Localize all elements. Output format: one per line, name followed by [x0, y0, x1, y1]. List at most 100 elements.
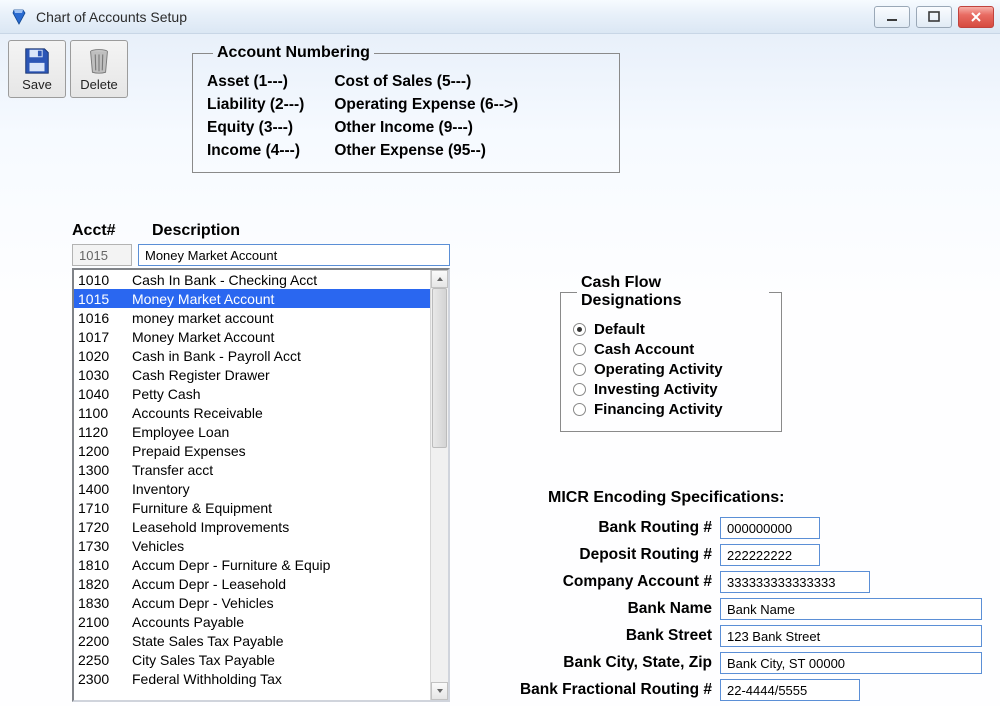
delete-button[interactable]: Delete	[70, 40, 128, 98]
account-list-row[interactable]: 2300Federal Withholding Tax	[74, 669, 430, 688]
account-list-row[interactable]: 1120Employee Loan	[74, 422, 430, 441]
account-list-row[interactable]: 1200Prepaid Expenses	[74, 441, 430, 460]
account-list-row[interactable]: 1830Accum Depr - Vehicles	[74, 593, 430, 612]
radio-icon[interactable]	[573, 323, 586, 336]
account-list-row[interactable]: 2250City Sales Tax Payable	[74, 650, 430, 669]
micr-label-bank-street: Bank Street	[486, 627, 712, 645]
micr-label-bank-name: Bank Name	[486, 600, 712, 618]
account-list-row[interactable]: 1300Transfer acct	[74, 460, 430, 479]
account-list-row[interactable]: 2100Accounts Payable	[74, 612, 430, 631]
account-row-number: 1300	[78, 462, 132, 478]
account-row-description: Furniture & Equipment	[132, 500, 272, 516]
column-header-acct: Acct#	[72, 222, 130, 240]
cash-flow-option-label: Investing Activity	[594, 381, 718, 398]
bank-name-input[interactable]	[720, 598, 982, 620]
cash-flow-option[interactable]: Operating Activity	[573, 361, 769, 378]
account-row-number: 1720	[78, 519, 132, 535]
bank-routing-input[interactable]	[720, 517, 820, 539]
account-listbox[interactable]: 1010Cash In Bank - Checking Acct1015Mone…	[72, 268, 450, 702]
account-row-number: 1030	[78, 367, 132, 383]
account-list-row[interactable]: 1040Petty Cash	[74, 384, 430, 403]
account-row-number: 2250	[78, 652, 132, 668]
micr-label-company-account: Company Account #	[486, 573, 712, 591]
close-button[interactable]	[958, 6, 994, 28]
account-list-row[interactable]: 2200State Sales Tax Payable	[74, 631, 430, 650]
scrollbar-down-button[interactable]	[431, 682, 448, 700]
cash-flow-option[interactable]: Cash Account	[573, 341, 769, 358]
save-icon	[20, 46, 54, 76]
scrollbar-track[interactable]	[431, 288, 448, 682]
account-list-row[interactable]: 1720Leasehold Improvements	[74, 517, 430, 536]
account-list-row[interactable]: 1100Accounts Receivable	[74, 403, 430, 422]
account-row-description: Cash Register Drawer	[132, 367, 270, 383]
cash-flow-legend: Cash Flow Designations	[577, 274, 769, 310]
account-numbering-group: Account Numbering Asset (1---) Liability…	[192, 44, 620, 173]
account-row-number: 1120	[78, 424, 132, 440]
radio-icon[interactable]	[573, 383, 586, 396]
cash-flow-option-label: Operating Activity	[594, 361, 723, 378]
account-row-description: money market account	[132, 310, 274, 326]
listbox-scrollbar[interactable]	[430, 270, 448, 700]
scrollbar-up-button[interactable]	[431, 270, 448, 288]
bank-fractional-routing-input[interactable]	[720, 679, 860, 701]
account-row-number: 1010	[78, 272, 132, 288]
cash-flow-group: Cash Flow Designations Default Cash Accou…	[560, 274, 782, 432]
account-numbering-legend: Account Numbering	[213, 44, 374, 62]
account-row-number: 2300	[78, 671, 132, 687]
delete-button-label: Delete	[80, 77, 118, 92]
account-row-number: 1830	[78, 595, 132, 611]
account-number-input[interactable]	[72, 244, 132, 266]
account-row-number: 1710	[78, 500, 132, 516]
account-list-row[interactable]: 1400Inventory	[74, 479, 430, 498]
account-row-description: Money Market Account	[132, 291, 274, 307]
bank-city-state-zip-input[interactable]	[720, 652, 982, 674]
account-list-row[interactable]: 1017Money Market Account	[74, 327, 430, 346]
account-row-description: Accum Depr - Vehicles	[132, 595, 274, 611]
radio-icon[interactable]	[573, 363, 586, 376]
account-row-description: Vehicles	[132, 538, 184, 554]
save-button[interactable]: Save	[8, 40, 66, 98]
cash-flow-option-label: Financing Activity	[594, 401, 723, 418]
account-list-row[interactable]: 1710Furniture & Equipment	[74, 498, 430, 517]
account-list-row[interactable]: 1030Cash Register Drawer	[74, 365, 430, 384]
company-account-input[interactable]	[720, 571, 870, 593]
account-row-description: Federal Withholding Tax	[132, 671, 282, 687]
account-row-description: Cash In Bank - Checking Acct	[132, 272, 317, 288]
account-row-description: Prepaid Expenses	[132, 443, 246, 459]
numbering-item: Other Income (9---)	[334, 118, 518, 139]
account-list-row[interactable]: 1820Accum Depr - Leasehold	[74, 574, 430, 593]
numbering-item: Asset (1---)	[207, 72, 304, 93]
cash-flow-option[interactable]: Investing Activity	[573, 381, 769, 398]
cash-flow-option[interactable]: Default	[573, 321, 769, 338]
account-list-row[interactable]: 1810Accum Depr - Furniture & Equip	[74, 555, 430, 574]
account-row-description: City Sales Tax Payable	[132, 652, 275, 668]
cash-flow-option[interactable]: Financing Activity	[573, 401, 769, 418]
column-header-desc: Description	[152, 222, 240, 240]
cash-flow-option-label: Default	[594, 321, 645, 338]
account-list-area: Acct# Description 1010Cash In Bank - Che…	[72, 222, 450, 702]
account-list-row[interactable]: 1010Cash In Bank - Checking Acct	[74, 270, 430, 289]
account-list-row[interactable]: 1020Cash in Bank - Payroll Acct	[74, 346, 430, 365]
account-row-description: Accounts Receivable	[132, 405, 263, 421]
account-list-row[interactable]: 1016money market account	[74, 308, 430, 327]
account-row-description: Petty Cash	[132, 386, 200, 402]
account-list-row[interactable]: 1015Money Market Account	[74, 289, 430, 308]
account-list-row[interactable]: 1730Vehicles	[74, 536, 430, 555]
numbering-item: Income (4---)	[207, 141, 304, 162]
account-row-description: Accounts Payable	[132, 614, 244, 630]
maximize-button[interactable]	[916, 6, 952, 28]
numbering-item: Equity (3---)	[207, 118, 304, 139]
radio-icon[interactable]	[573, 343, 586, 356]
account-row-number: 1017	[78, 329, 132, 345]
radio-icon[interactable]	[573, 403, 586, 416]
bank-street-input[interactable]	[720, 625, 982, 647]
micr-title: MICR Encoding Specifications:	[548, 489, 988, 507]
account-row-number: 1820	[78, 576, 132, 592]
account-description-input[interactable]	[138, 244, 450, 266]
numbering-item: Cost of Sales (5---)	[334, 72, 518, 93]
micr-section: MICR Encoding Specifications: Bank Routi…	[486, 489, 988, 701]
deposit-routing-input[interactable]	[720, 544, 820, 566]
account-row-description: Accum Depr - Leasehold	[132, 576, 286, 592]
minimize-button[interactable]	[874, 6, 910, 28]
scrollbar-thumb[interactable]	[432, 288, 447, 448]
